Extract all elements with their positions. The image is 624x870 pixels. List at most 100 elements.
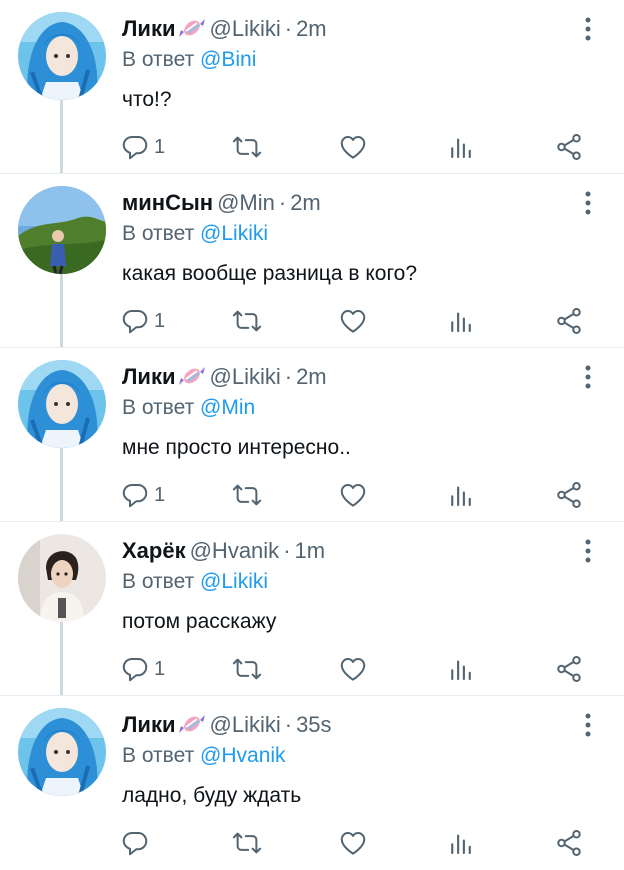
views-button[interactable] bbox=[446, 828, 476, 858]
tweet-actions bbox=[120, 828, 590, 858]
like-button[interactable] bbox=[338, 828, 368, 858]
separator-dot: · bbox=[278, 190, 287, 215]
reply-button[interactable]: 1 bbox=[120, 132, 165, 162]
display-name[interactable]: Лики bbox=[122, 364, 176, 389]
bar-chart-icon bbox=[446, 828, 476, 858]
retweet-button[interactable] bbox=[232, 828, 262, 858]
bar-chart-icon bbox=[446, 480, 476, 510]
heart-icon bbox=[338, 132, 368, 162]
retweet-button[interactable] bbox=[232, 132, 262, 162]
reply-button[interactable] bbox=[120, 828, 154, 858]
tweet-header: Лики @Likiki · 2m bbox=[122, 14, 327, 44]
reply-mention-link[interactable]: @Likiki bbox=[200, 570, 268, 593]
more-options-icon[interactable] bbox=[576, 710, 600, 740]
share-button[interactable] bbox=[554, 480, 584, 510]
tweet-text: что!? bbox=[122, 88, 172, 111]
candy-icon bbox=[178, 16, 206, 40]
avatar[interactable] bbox=[18, 534, 106, 622]
tweet[interactable]: Лики @Likiki · 2m В ответ @Min мне просто и… bbox=[0, 348, 624, 522]
tweet-actions: 1 bbox=[120, 132, 590, 162]
reply-context: В ответ @Min bbox=[122, 394, 255, 422]
user-handle[interactable]: @Min bbox=[217, 190, 275, 215]
tweet-header: Харёк @Hvanik · 1m bbox=[122, 536, 325, 566]
display-name[interactable]: Лики bbox=[122, 16, 176, 41]
reply-mention-link[interactable]: @Bini bbox=[200, 48, 256, 71]
user-handle[interactable]: @Likiki bbox=[210, 364, 281, 389]
views-button[interactable] bbox=[446, 480, 476, 510]
display-name[interactable]: Лики bbox=[122, 712, 176, 737]
tweet-actions: 1 bbox=[120, 306, 590, 336]
views-button[interactable] bbox=[446, 306, 476, 336]
tweet-header: минСын @Min · 2m bbox=[122, 188, 321, 218]
retweet-button[interactable] bbox=[232, 306, 262, 336]
like-button[interactable] bbox=[338, 654, 368, 684]
share-button[interactable] bbox=[554, 828, 584, 858]
candy-icon bbox=[178, 712, 206, 736]
user-handle[interactable]: @Likiki bbox=[210, 712, 281, 737]
more-options-icon[interactable] bbox=[576, 188, 600, 218]
reply-button[interactable]: 1 bbox=[120, 480, 165, 510]
reply-prefix: В ответ bbox=[122, 396, 195, 419]
separator-dot: · bbox=[284, 712, 293, 737]
reply-prefix: В ответ bbox=[122, 744, 195, 767]
reply-count: 1 bbox=[154, 309, 166, 332]
retweet-button[interactable] bbox=[232, 654, 262, 684]
tweet[interactable]: Харёк @Hvanik · 1m В ответ @Likiki потом ра… bbox=[0, 522, 624, 696]
share-icon bbox=[554, 132, 584, 162]
share-button[interactable] bbox=[554, 654, 584, 684]
tweet-actions: 1 bbox=[120, 654, 590, 684]
like-button[interactable] bbox=[338, 306, 368, 336]
like-button[interactable] bbox=[338, 480, 368, 510]
reply-button[interactable]: 1 bbox=[120, 654, 165, 684]
bar-chart-icon bbox=[446, 132, 476, 162]
more-options-icon[interactable] bbox=[576, 14, 600, 44]
timestamp[interactable]: 2m bbox=[296, 364, 327, 389]
reply-mention-link[interactable]: @Likiki bbox=[200, 222, 268, 245]
views-button[interactable] bbox=[446, 132, 476, 162]
share-icon bbox=[554, 480, 584, 510]
avatar[interactable] bbox=[18, 12, 106, 100]
reply-mention-link[interactable]: @Min bbox=[200, 396, 255, 419]
heart-icon bbox=[338, 306, 368, 336]
tweet-header: Лики @Likiki · 2m bbox=[122, 362, 327, 392]
heart-icon bbox=[338, 480, 368, 510]
avatar[interactable] bbox=[18, 360, 106, 448]
timestamp[interactable]: 35s bbox=[296, 712, 331, 737]
heart-icon bbox=[338, 828, 368, 858]
reply-icon bbox=[120, 828, 150, 858]
timestamp[interactable]: 2m bbox=[290, 190, 321, 215]
display-name[interactable]: Харёк bbox=[122, 538, 186, 563]
reply-icon bbox=[120, 654, 150, 684]
reply-prefix: В ответ bbox=[122, 48, 195, 71]
share-icon bbox=[554, 654, 584, 684]
tweet[interactable]: Лики @Likiki · 35s В ответ @Hvanik ладно, б… bbox=[0, 696, 624, 870]
timestamp[interactable]: 1m bbox=[295, 538, 326, 563]
display-name[interactable]: минСын bbox=[122, 190, 213, 215]
retweet-icon bbox=[232, 828, 262, 858]
user-handle[interactable]: @Likiki bbox=[210, 16, 281, 41]
avatar[interactable] bbox=[18, 708, 106, 796]
user-handle[interactable]: @Hvanik bbox=[190, 538, 280, 563]
more-options-icon[interactable] bbox=[576, 536, 600, 566]
reply-button[interactable]: 1 bbox=[120, 306, 165, 336]
separator-dot: · bbox=[284, 16, 293, 41]
bar-chart-icon bbox=[446, 306, 476, 336]
separator-dot: · bbox=[284, 364, 293, 389]
reply-context: В ответ @Likiki bbox=[122, 568, 268, 596]
tweet-text: какая вообще разница в кого? bbox=[122, 262, 417, 285]
reply-mention-link[interactable]: @Hvanik bbox=[200, 744, 286, 767]
retweet-button[interactable] bbox=[232, 480, 262, 510]
share-button[interactable] bbox=[554, 132, 584, 162]
more-options-icon[interactable] bbox=[576, 362, 600, 392]
avatar[interactable] bbox=[18, 186, 106, 274]
share-button[interactable] bbox=[554, 306, 584, 336]
separator-dot: · bbox=[283, 538, 291, 563]
views-button[interactable] bbox=[446, 654, 476, 684]
tweet-text: потом расскажу bbox=[122, 610, 277, 633]
like-button[interactable] bbox=[338, 132, 368, 162]
timestamp[interactable]: 2m bbox=[296, 16, 327, 41]
tweet[interactable]: Лики @Likiki · 2m В ответ @Bini что!? 1 bbox=[0, 0, 624, 174]
reply-context: В ответ @Hvanik bbox=[122, 742, 286, 770]
reply-icon bbox=[120, 132, 150, 162]
tweet[interactable]: минСын @Min · 2m В ответ @Likiki какая вооб… bbox=[0, 174, 624, 348]
